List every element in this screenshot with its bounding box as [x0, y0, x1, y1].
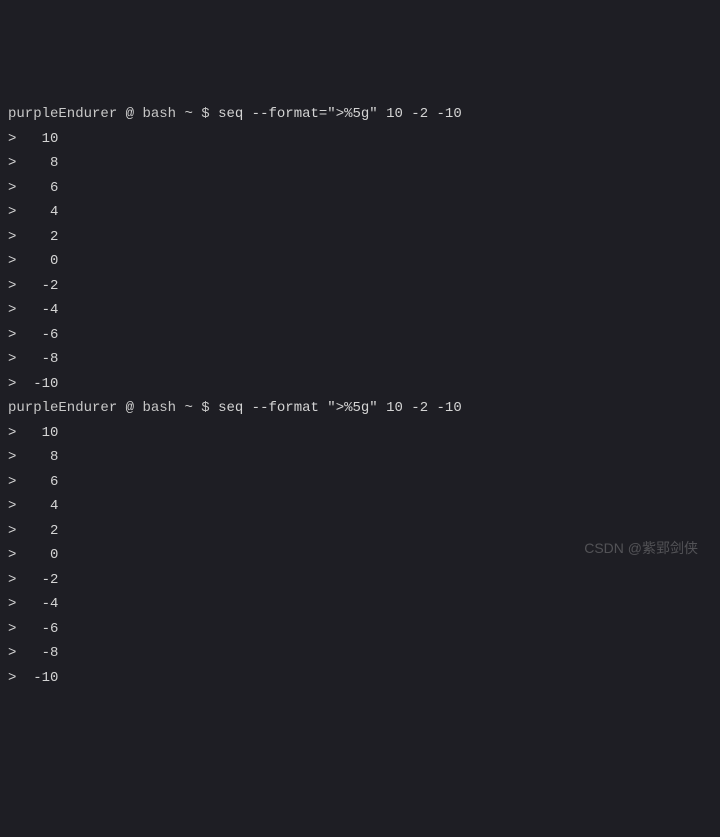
prompt-user: purpleEndurer — [8, 106, 117, 122]
prompt-path: ~ — [184, 106, 192, 122]
command-text: seq --format=">%5g" 10 -2 -10 — [218, 106, 462, 122]
output-line: > 4 — [8, 200, 712, 225]
output-line: > -8 — [8, 347, 712, 372]
output-line: > -6 — [8, 323, 712, 348]
output-line: > -2 — [8, 274, 712, 299]
terminal-output[interactable]: purpleEndurer @ bash ~ $ seq --format=">… — [8, 102, 712, 690]
output-line: > 2 — [8, 225, 712, 250]
output-line: > -8 — [8, 641, 712, 666]
output-line: > 2 — [8, 519, 712, 544]
output-line: > 8 — [8, 445, 712, 470]
output-line: > 0 — [8, 543, 712, 568]
output-line: > -4 — [8, 592, 712, 617]
prompt-line: purpleEndurer @ bash ~ $ seq --format=">… — [8, 102, 712, 127]
prompt-at: @ — [126, 400, 134, 416]
output-line: > -2 — [8, 568, 712, 593]
output-line: > -10 — [8, 372, 712, 397]
output-line: > 6 — [8, 470, 712, 495]
prompt-symbol: $ — [201, 400, 209, 416]
output-line: > -4 — [8, 298, 712, 323]
prompt-at: @ — [126, 106, 134, 122]
output-line: > 4 — [8, 494, 712, 519]
prompt-user: purpleEndurer — [8, 400, 117, 416]
output-line: > 10 — [8, 421, 712, 446]
command-text: seq --format ">%5g" 10 -2 -10 — [218, 400, 462, 416]
output-line: > 6 — [8, 176, 712, 201]
output-line: > -10 — [8, 666, 712, 691]
prompt-path: ~ — [184, 400, 192, 416]
prompt-line: purpleEndurer @ bash ~ $ seq --format ">… — [8, 396, 712, 421]
output-line: > 10 — [8, 127, 712, 152]
output-line: > -6 — [8, 617, 712, 642]
prompt-shell: bash — [142, 400, 176, 416]
prompt-symbol: $ — [201, 106, 209, 122]
output-line: > 8 — [8, 151, 712, 176]
prompt-shell: bash — [142, 106, 176, 122]
output-line: > 0 — [8, 249, 712, 274]
